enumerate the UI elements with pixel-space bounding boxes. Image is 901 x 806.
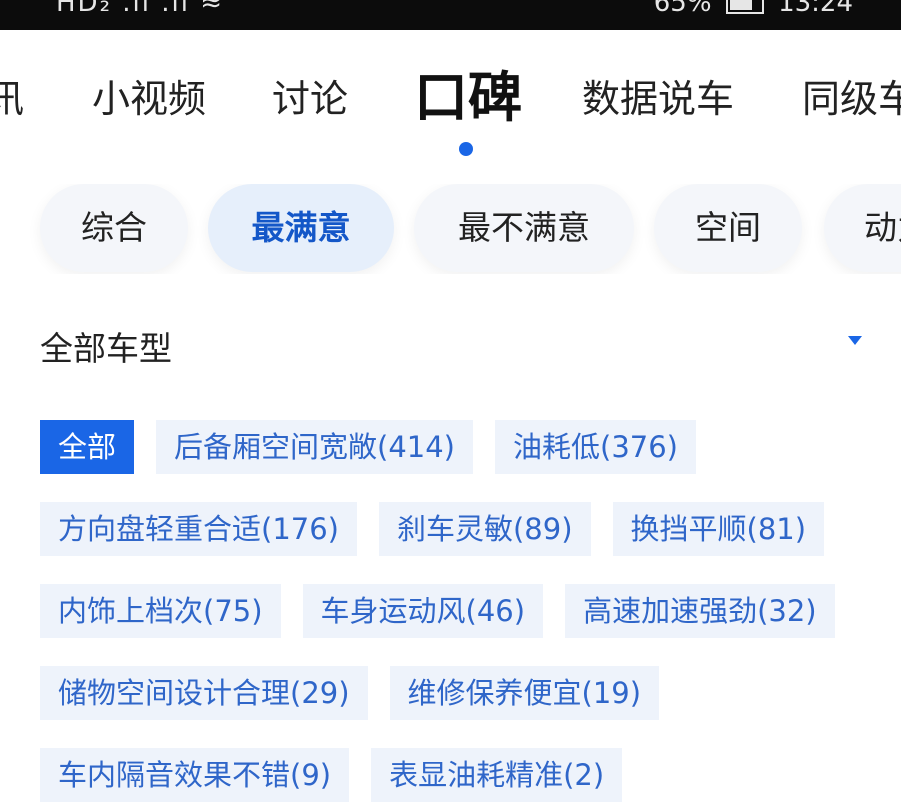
chip-space[interactable]: 空间 bbox=[654, 184, 802, 272]
top-tab-bar: 讯 小视频 讨论 口碑 数据说车 同级车 bbox=[0, 30, 901, 170]
tag-row: 方向盘轻重合适(176) 刹车灵敏(89) 换挡平顺(81) bbox=[40, 502, 846, 556]
model-selector-label: 全部车型 bbox=[40, 329, 172, 368]
active-tab-indicator bbox=[459, 142, 473, 156]
chip-least-satisfied[interactable]: 最不满意 bbox=[414, 184, 634, 272]
tag-item[interactable]: 车身运动风(46) bbox=[302, 584, 544, 638]
filter-chip-bar: 综合 最满意 最不满意 空间 动力 bbox=[0, 184, 901, 274]
tag-item[interactable]: 油耗低(376) bbox=[495, 420, 696, 474]
tag-item[interactable]: 维修保养便宜(19) bbox=[389, 666, 660, 720]
tag-all[interactable]: 全部 bbox=[40, 420, 135, 474]
tag-item[interactable]: 刹车灵敏(89) bbox=[378, 502, 591, 556]
signal-wifi-indicators: HD₂ .ıl .ıl ≈ bbox=[56, 0, 224, 18]
tag-row: 全部 后备厢空间宽敞(414) 油耗低(376) bbox=[40, 420, 718, 474]
tag-item[interactable]: 表显油耗精准(2) bbox=[371, 748, 623, 802]
tab-discussion[interactable]: 讨论 bbox=[272, 76, 348, 122]
tag-item[interactable]: 方向盘轻重合适(176) bbox=[40, 502, 357, 556]
tag-item[interactable]: 高速加速强劲(32) bbox=[565, 584, 835, 638]
clock: 13:24 bbox=[778, 0, 853, 18]
dropdown-caret-icon bbox=[848, 336, 862, 345]
tab-data-talk[interactable]: 数据说车 bbox=[582, 76, 734, 122]
tab-reputation[interactable]: 口碑 bbox=[414, 68, 522, 128]
tag-row: 车内隔音效果不错(9) 表显油耗精准(2) bbox=[40, 748, 644, 802]
battery-icon bbox=[725, 0, 764, 14]
chip-power[interactable]: 动力 bbox=[824, 184, 901, 272]
tag-item[interactable]: 车内隔音效果不错(9) bbox=[40, 748, 350, 802]
tag-item[interactable]: 内饰上档次(75) bbox=[40, 584, 281, 638]
chip-overall[interactable]: 综合 bbox=[40, 184, 188, 272]
tag-item[interactable]: 储物空间设计合理(29) bbox=[40, 666, 368, 720]
tab-news[interactable]: 讯 bbox=[0, 76, 24, 122]
status-bar: HD₂ .ıl .ıl ≈ 65% 13:24 bbox=[0, 0, 901, 30]
tab-same-class-cars[interactable]: 同级车 bbox=[802, 76, 901, 122]
tag-item[interactable]: 后备厢空间宽敞(414) bbox=[156, 420, 473, 474]
tag-row: 内饰上档次(75) 车身运动风(46) 高速加速强劲(32) bbox=[40, 584, 857, 638]
status-right: 65% 13:24 bbox=[654, 0, 853, 18]
battery-percent: 65% bbox=[653, 0, 712, 18]
tab-short-video[interactable]: 小视频 bbox=[92, 76, 206, 122]
tag-row: 储物空间设计合理(29) 维修保养便宜(19) bbox=[40, 666, 681, 720]
model-selector[interactable]: 全部车型 bbox=[40, 318, 870, 374]
chip-most-satisfied[interactable]: 最满意 bbox=[208, 184, 394, 272]
tag-item[interactable]: 换挡平顺(81) bbox=[612, 502, 825, 556]
